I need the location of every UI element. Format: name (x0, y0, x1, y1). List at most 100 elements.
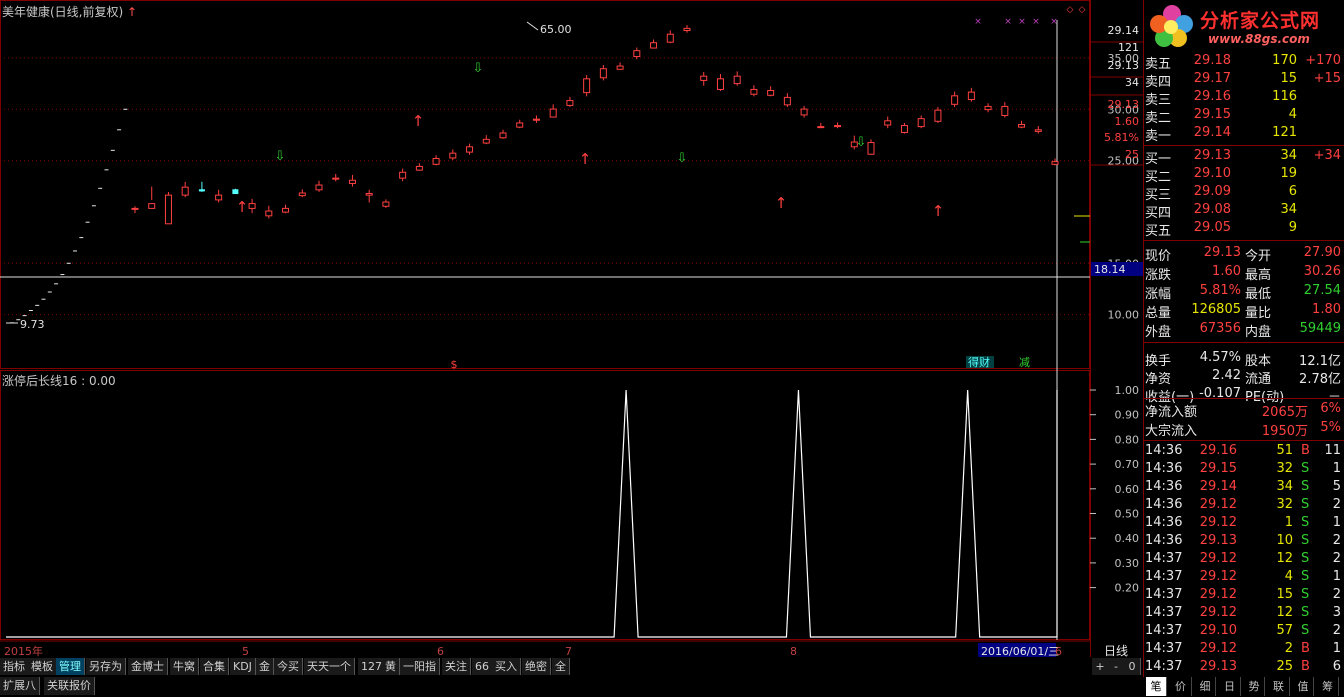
tick-count: 2 (1332, 497, 1341, 512)
stat-label: 总量 (1145, 306, 1172, 321)
stat-value: 67356 (1199, 321, 1241, 336)
fund-value: 4.57% (1199, 350, 1241, 365)
candle-body (733, 75, 741, 85)
candle-body (750, 88, 758, 95)
fund-label: 净资 (1145, 372, 1172, 387)
toolbar-button[interactable]: 牛窝 (170, 658, 199, 675)
toolbar-button[interactable]: 金博士 (128, 658, 168, 675)
candle-body (532, 118, 540, 121)
candle-body (917, 118, 925, 128)
zoom-button[interactable]: 0 (1124, 658, 1141, 675)
toolbar-button[interactable]: 买入 (492, 658, 521, 675)
toolbar-button[interactable]: 另存为 (86, 658, 126, 675)
low-price-annotation: 9.73 (20, 318, 45, 331)
tick-count: 2 (1332, 623, 1341, 638)
extension-tab[interactable]: 关联报价 (44, 677, 95, 695)
tick-price: 29.14 (1199, 479, 1237, 494)
toolbar-button[interactable]: 模板 (28, 658, 57, 675)
candle-body (549, 108, 557, 118)
stat-label: 涨跌 (1145, 268, 1172, 283)
order-price: 29.09 (1193, 184, 1231, 199)
flower-logo-icon (1150, 5, 1193, 47)
flow-value: 2065万 (1261, 405, 1308, 420)
order-label: 卖一 (1145, 129, 1172, 144)
detail-tab[interactable]: 筹 (1318, 677, 1339, 696)
detail-tab[interactable]: 日 (1220, 677, 1241, 696)
stat-value: 1.60 (1212, 264, 1241, 279)
candle-body (767, 90, 775, 96)
candle-body (365, 193, 373, 196)
toolbar-button[interactable]: 金 (256, 658, 274, 675)
fundamental-row: 净资 2.42 流通 2.78亿 (1145, 368, 1341, 387)
zoom-button[interactable]: + (1092, 658, 1109, 675)
stat-row: 涨跌 1.60 最高 30.26 (1145, 264, 1341, 283)
extension-tab[interactable]: 扩展八 (0, 677, 40, 695)
tick-row: 14:36 29.15 32 S 1 (1145, 461, 1341, 479)
sell-order-row: 卖二 29.15 4 (1145, 107, 1341, 126)
event-x-icon: × (1032, 17, 1040, 27)
tick-volume: 15 (1276, 587, 1293, 602)
event-x-icon: × (1018, 17, 1026, 27)
tick-side: B (1301, 641, 1310, 656)
stat-row: 涨幅 5.81% 最低 27.54 (1145, 283, 1341, 302)
detail-tab[interactable]: 值 (1293, 677, 1314, 696)
tick-row: 14:36 29.12 1 S 1 (1145, 515, 1341, 533)
detail-tab[interactable]: 笔 (1146, 677, 1167, 696)
panel-separator (1143, 145, 1344, 146)
toolbar-button[interactable]: 今买 (274, 658, 303, 675)
stat-row: 总量 126805 量比 1.80 (1145, 302, 1341, 321)
x-axis-label: 6 (1055, 645, 1062, 658)
candle-body (516, 122, 524, 128)
toolbar-button[interactable]: 黄 (382, 658, 400, 675)
candle-body (583, 78, 591, 94)
main-frame (0, 0, 1090, 369)
zoom-button[interactable]: - (1108, 658, 1125, 675)
toolbar-button[interactable]: 一阳指 (400, 658, 440, 675)
sell-order-row: 卖一 29.14 121 (1145, 125, 1341, 144)
tick-volume: 57 (1276, 623, 1293, 638)
toolbar-button[interactable]: 66 (472, 658, 493, 675)
x-axis-label: 5 (242, 645, 249, 658)
toolbar-button[interactable]: KDJ (230, 658, 256, 675)
detail-tab[interactable]: 联 (1269, 677, 1290, 696)
toolbar-button[interactable]: 全 (552, 658, 570, 675)
toolbar-button[interactable]: 指标 (0, 658, 29, 675)
order-label: 买三 (1145, 188, 1172, 203)
candle-body (1001, 105, 1009, 116)
candle-body (466, 146, 474, 153)
tick-price: 29.12 (1199, 605, 1237, 620)
candle-body (633, 50, 641, 58)
x-axis-label: 7 (565, 645, 572, 658)
detail-tab[interactable]: 势 (1244, 677, 1265, 696)
tick-time: 14:36 (1145, 443, 1183, 458)
stat-value: 126805 (1191, 302, 1241, 317)
candle-body (716, 78, 724, 90)
fund-value: 2.42 (1212, 368, 1241, 383)
watermark-url: www.88gs.com (1208, 32, 1310, 46)
detail-tab[interactable]: 细 (1195, 677, 1216, 696)
toolbar-button[interactable]: 天天一个 (304, 658, 355, 675)
candle-body (700, 75, 708, 81)
toolbar-button[interactable]: 合集 (200, 658, 229, 675)
candle-body (867, 142, 875, 155)
toolbar-button[interactable]: 管理 (56, 658, 85, 675)
stat-label: 最低 (1245, 287, 1272, 302)
tick-price: 29.10 (1199, 623, 1237, 638)
sell-signal-icon: ⇩ (275, 149, 286, 164)
right-axis-value: 5.81% (1104, 131, 1139, 144)
tick-time: 14:37 (1145, 659, 1183, 674)
fund-label: 换手 (1145, 354, 1172, 369)
toolbar-button[interactable]: 绝密 (522, 658, 551, 675)
flow-value: 1950万 (1261, 424, 1308, 439)
candle-body (265, 210, 273, 217)
tick-time: 14:36 (1145, 461, 1183, 476)
detail-tab[interactable]: 价 (1171, 677, 1192, 696)
tick-row: 14:36 29.12 32 S 2 (1145, 497, 1341, 515)
toolbar-button[interactable]: 关注 (442, 658, 471, 675)
order-label: 买四 (1145, 206, 1172, 221)
panel-separator (1143, 342, 1344, 343)
order-price: 29.17 (1193, 71, 1231, 86)
watermark-logo: 分析家公式网 www.88gs.com (1148, 2, 1342, 52)
order-volume: 4 (1288, 107, 1297, 122)
order-volume: 9 (1288, 220, 1297, 235)
